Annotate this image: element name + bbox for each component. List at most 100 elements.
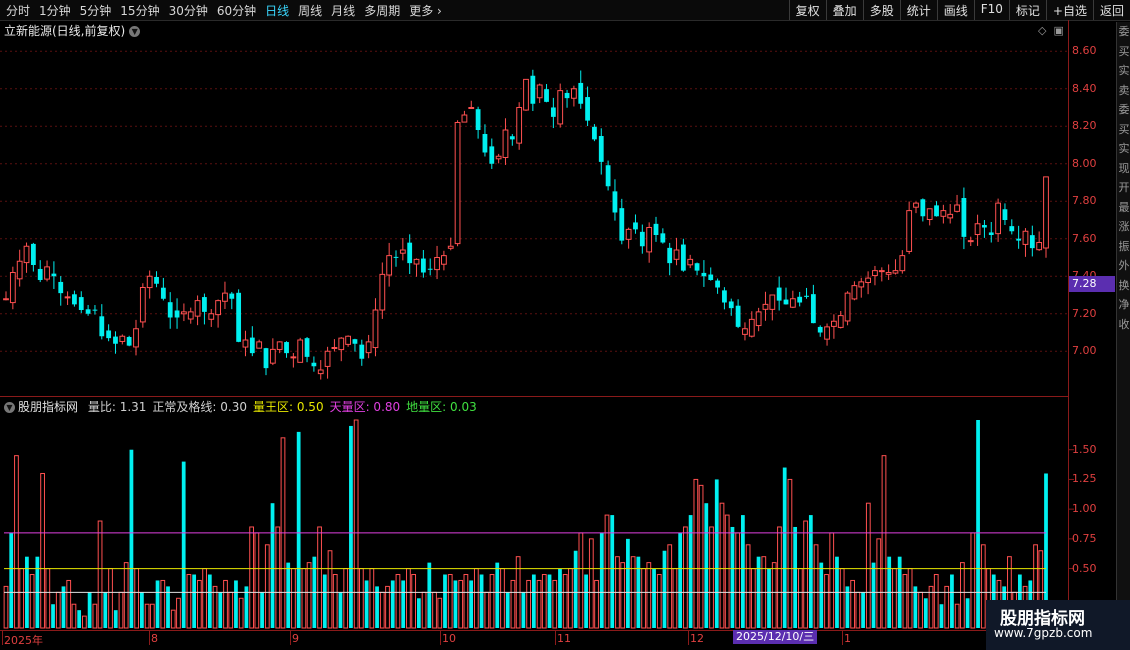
- volume-bar: [160, 579, 166, 629]
- candle-body-down: [680, 244, 686, 271]
- volume-bar: [369, 568, 375, 629]
- volume-bar: [521, 592, 526, 628]
- volume-bar: [469, 580, 474, 628]
- candle-body-down: [1029, 235, 1035, 249]
- volume-bar: [87, 592, 92, 628]
- candle-body-up: [858, 281, 865, 288]
- indicator-legend: ▼ 股朋指标网 量比: 1.31 正常及格线: 0.30 量王区: 0.50 天量区: …: [4, 398, 477, 415]
- volume-bar: [113, 610, 118, 628]
- date-tick-label: 2025年: [4, 634, 43, 647]
- volume-bar: [207, 574, 212, 628]
- volume-bar: [850, 579, 856, 629]
- side-strip-label: 现: [1118, 161, 1130, 175]
- volume-bar: [610, 515, 615, 628]
- volume-bar: [861, 592, 865, 628]
- candle-body-down: [72, 294, 77, 305]
- volume-bar: [118, 591, 124, 629]
- volume-bar: [202, 568, 207, 629]
- volume-bar: [291, 568, 296, 629]
- candle-body-down: [776, 287, 782, 301]
- candle-body-up: [242, 339, 249, 348]
- volume-bar: [390, 580, 395, 628]
- candle-body-down: [804, 295, 809, 297]
- volume-bar: [954, 603, 960, 629]
- candle-body-up: [146, 275, 153, 289]
- candle-body-up: [215, 300, 221, 316]
- candle-body-down: [797, 296, 803, 303]
- volume-bar: [103, 592, 108, 628]
- volume-bar: [771, 562, 777, 629]
- candle-body-down: [304, 338, 310, 357]
- side-strip-label: 实: [1118, 64, 1130, 77]
- candle-body-up: [844, 292, 851, 322]
- candle-body-up: [571, 88, 577, 99]
- volume-bar: [77, 610, 82, 628]
- candle-body-up: [16, 260, 23, 280]
- candle-body-up: [687, 258, 694, 266]
- volume-bar: [416, 598, 421, 628]
- candle-body-up: [379, 273, 386, 311]
- side-strip-label: 外: [1118, 259, 1130, 272]
- volume-bar: [558, 568, 562, 628]
- side-strip-label: 买: [1118, 122, 1130, 136]
- candle-body-down: [154, 276, 159, 284]
- volume-bar: [228, 591, 234, 629]
- side-strip-label: 开: [1118, 181, 1130, 194]
- volume-tick-label: 1.00: [1072, 502, 1097, 516]
- candle-body-down: [1016, 238, 1022, 241]
- volume-bar: [134, 568, 140, 629]
- candle-body-down: [619, 208, 625, 241]
- candle-body-down: [715, 280, 720, 288]
- candle-body-up: [3, 298, 9, 301]
- candle-body-up: [947, 213, 954, 219]
- date-tick: [440, 631, 441, 645]
- volume-bar: [495, 562, 500, 628]
- chevron-down-icon[interactable]: ▼: [4, 402, 15, 413]
- volume-bar: [29, 574, 35, 629]
- volume-bar: [51, 604, 55, 628]
- volume-bar: [813, 544, 819, 629]
- indicator-name: 股朋指标网: [18, 400, 79, 414]
- volume-bar: [683, 526, 688, 629]
- volume-bar: [9, 532, 14, 628]
- volume-bar: [453, 580, 458, 628]
- volume-bar: [505, 592, 510, 628]
- volume-bar: [463, 574, 469, 629]
- volume-bar: [688, 515, 693, 628]
- side-strip-label: 委: [1118, 103, 1130, 116]
- candle-body-up: [208, 313, 215, 320]
- date-tick: [555, 631, 556, 645]
- volume-bar: [667, 544, 673, 629]
- candle-body-up: [64, 296, 71, 299]
- candle-body-down: [359, 344, 365, 359]
- candle-body-down: [51, 273, 57, 277]
- date-tick: [2, 631, 3, 645]
- volume-bar: [787, 478, 793, 629]
- candle-body-up: [441, 255, 447, 265]
- candle-body-up: [133, 328, 139, 348]
- indicator-legend-item: 量王区: 0.50: [253, 400, 324, 414]
- volume-bar: [724, 514, 730, 629]
- candle-body-up: [899, 255, 906, 272]
- candle-body-down: [352, 339, 358, 344]
- volume-bar: [317, 526, 322, 629]
- date-tick-label: 10: [442, 632, 456, 645]
- price-tick-label: 7.60: [1072, 231, 1097, 245]
- candle-body-down: [509, 136, 515, 140]
- volume-bar: [406, 568, 411, 629]
- candle-body-up: [44, 266, 50, 280]
- candle-body-up: [536, 84, 543, 99]
- volume-bar: [741, 515, 745, 628]
- candle-body-down: [578, 82, 584, 104]
- candle-body-down: [58, 281, 64, 294]
- candle-body-up: [365, 341, 372, 354]
- candle-body-up: [837, 315, 844, 328]
- volume-bar: [223, 579, 228, 629]
- volume-bar: [270, 503, 275, 628]
- candle-body-up: [269, 348, 276, 364]
- indicator-legend-item: 量比: 1.31: [87, 400, 147, 414]
- candle-body-up: [447, 245, 454, 249]
- side-strip-label: 振: [1118, 239, 1130, 253]
- volume-bar: [181, 461, 186, 628]
- volume-bar: [443, 574, 447, 628]
